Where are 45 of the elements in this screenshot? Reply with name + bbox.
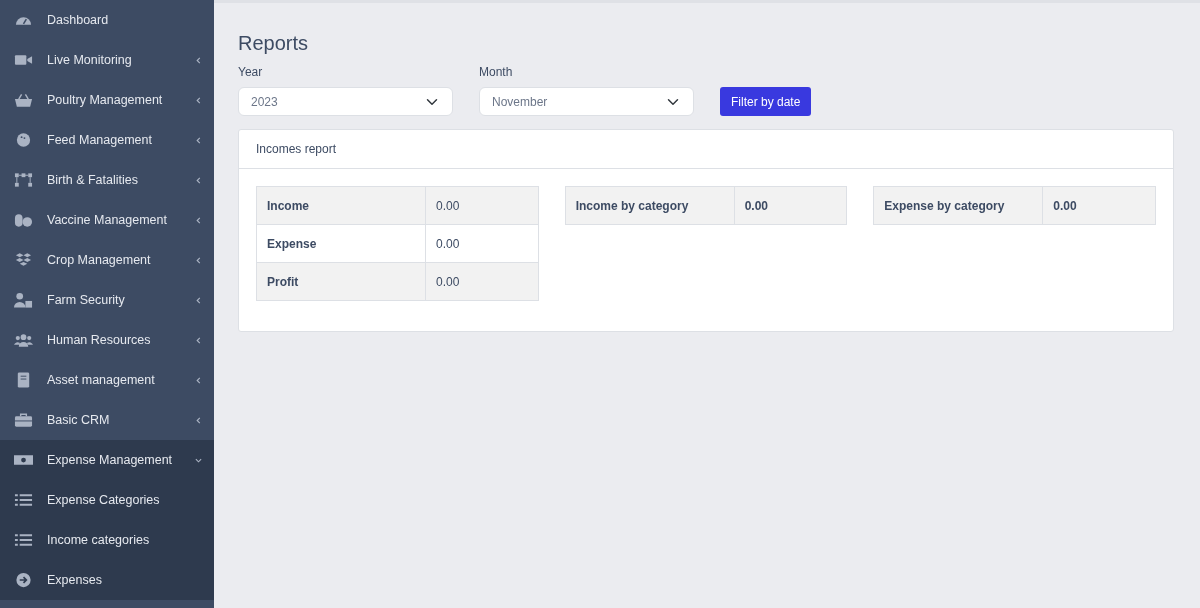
year-label: Year [238,64,264,81]
filter-button[interactable]: Filter by date [720,87,812,116]
sidebar-item[interactable]: Live Monitoring [0,40,214,80]
sidebar-item[interactable]: Feed Management [0,120,214,160]
row-value: 0.00 [425,224,539,263]
banknote-icon [14,452,33,468]
list-icon [14,532,33,548]
sidebar-item[interactable]: Farm Security [0,280,214,320]
ball-icon [14,132,33,148]
row-label: Income [256,186,426,225]
sidebar-item[interactable]: Expense Management [0,440,214,480]
sidebar-item[interactable]: Vaccine Management [0,200,214,240]
sidebar-item[interactable]: Basic CRM [0,400,214,440]
row-value: 0.00 [1042,186,1156,225]
row-value: 0.00 [425,186,539,225]
card-title: Incomes report [256,141,337,158]
list-icon [14,492,33,508]
sidebar-item[interactable]: Crop Management [0,240,214,280]
video-camera-icon [14,52,33,68]
row-label: Expense [256,224,426,263]
year-select[interactable]: 2023 [238,87,453,116]
sidebar-item[interactable]: Expenses [0,560,214,600]
briefcase-icon [14,412,33,428]
row-label: Expense by category [873,186,1043,225]
basket-icon [14,92,33,108]
pills-icon [14,212,33,228]
row-label: Profit [256,262,426,301]
people-icon [14,332,33,348]
sitemap-icon [14,172,33,188]
sidebar-item[interactable]: Birth & Fatalities [0,160,214,200]
sidebar-item[interactable]: Human Resources [0,320,214,360]
boxes-icon [14,252,33,268]
month-label: Month [479,64,514,81]
sidebar-item[interactable]: Expense Categories [0,480,214,520]
row-value: 0.00 [425,262,539,301]
row-value: 0.00 [734,186,847,225]
sidebar-item[interactable]: Asset management [0,360,214,400]
sidebar-item[interactable]: Dashboard [0,0,214,40]
user-lock-icon [14,292,33,308]
arrow-circle-icon [14,572,33,588]
row-label: Income by category [565,186,735,225]
month-select[interactable]: November [479,87,694,116]
sidebar-item[interactable]: Income categories [0,520,214,560]
sidebar-item[interactable]: Poultry Management [0,80,214,120]
page-title: Reports [238,31,310,55]
